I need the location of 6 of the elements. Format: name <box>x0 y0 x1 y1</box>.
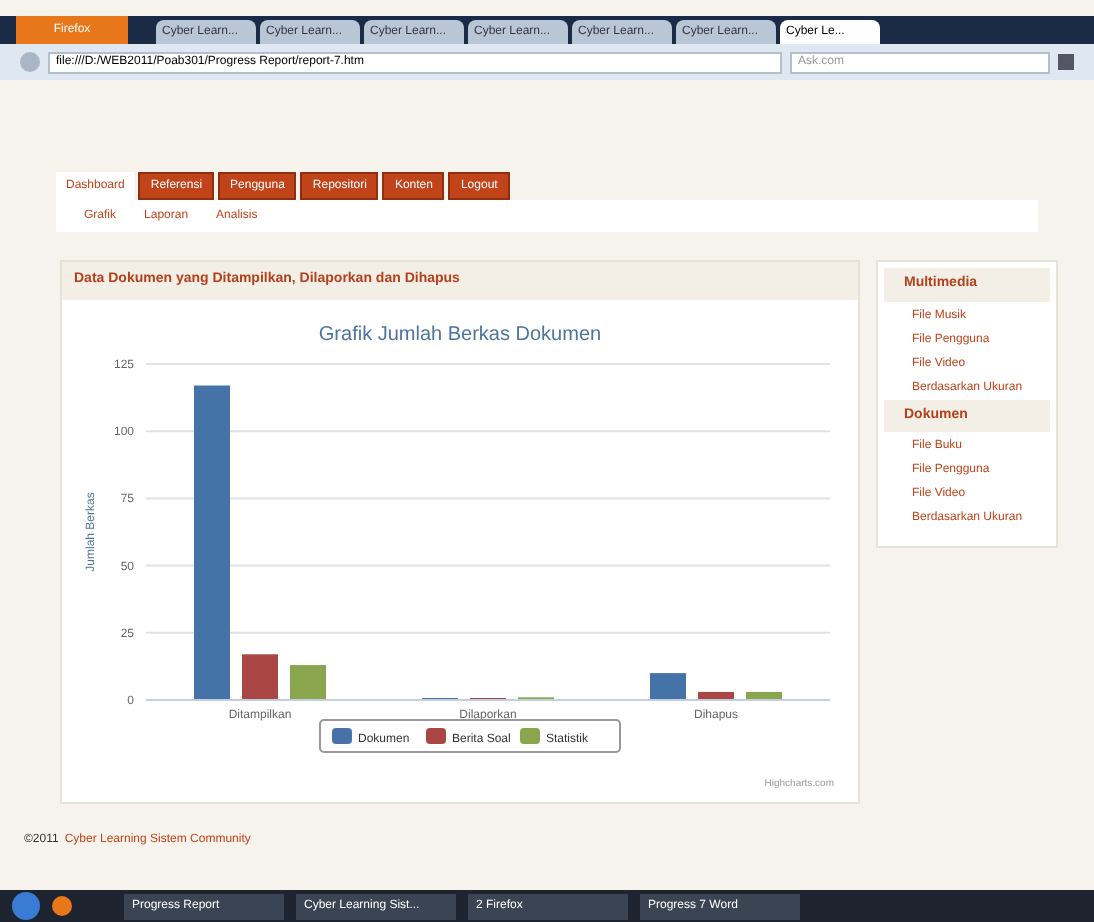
bar <box>290 664 326 699</box>
bar <box>242 653 278 699</box>
bar <box>650 672 686 699</box>
bar <box>698 690 734 699</box>
bar <box>746 690 782 699</box>
chart-title: Grafik Jumlah Berkas Dokumen <box>318 323 602 345</box>
